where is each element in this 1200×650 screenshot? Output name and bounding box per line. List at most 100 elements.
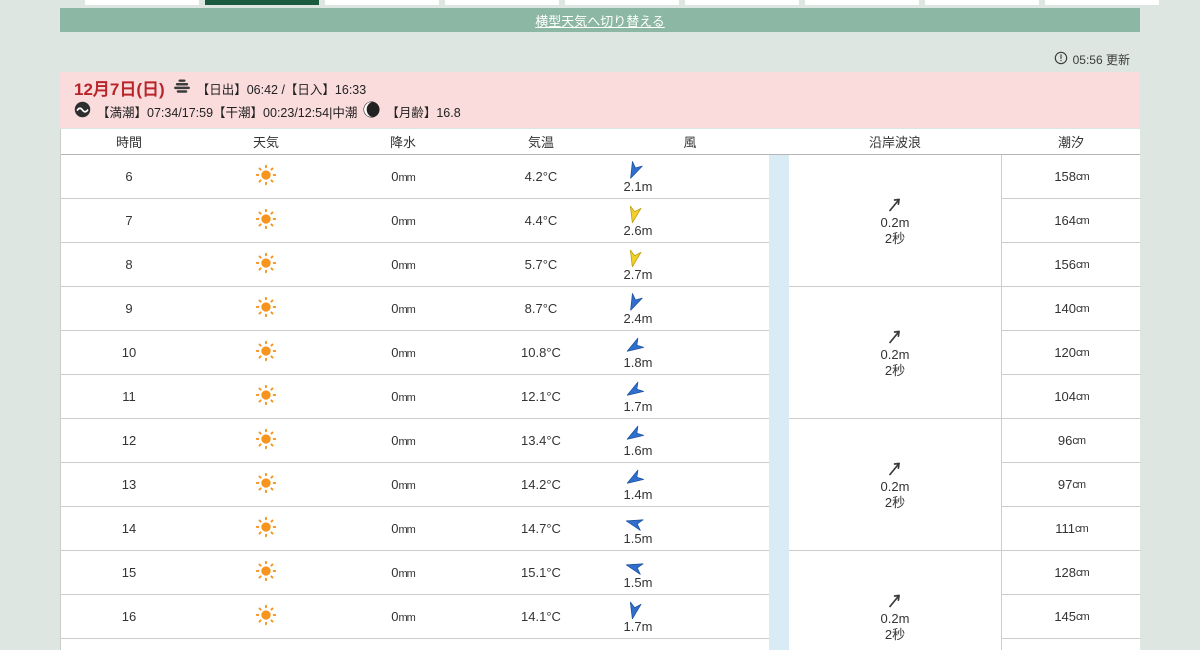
precip-value: 0mm <box>391 169 416 184</box>
sunny-icon <box>255 208 277 230</box>
sunrise-icon <box>173 79 191 100</box>
temp-value: 14.2°C <box>521 477 561 492</box>
wave-direction-arrow-icon <box>889 462 900 475</box>
tab[interactable] <box>85 0 199 5</box>
date-label: 12月7日(日) <box>74 79 165 99</box>
hourly-weather-table: 時間 天気 降水 気温 風 沿岸波浪 潮汐 6 0mm 4.2°C 2.1m 7 <box>60 129 1140 650</box>
updated-time-label: 05:56 更新 <box>1072 52 1130 67</box>
table-row: 12 0mm 13.4°C 1.6m <box>61 419 769 463</box>
wave-height-value: 0.2m <box>880 346 910 362</box>
wind-cell-content: 2.1m <box>611 161 657 194</box>
sunny-icon <box>255 164 277 186</box>
wave-period-value: 2秒 <box>884 362 906 378</box>
sun-times-label: 【日出】06:42 /【日入】16:33 <box>196 82 367 97</box>
precip-value: 0mm <box>391 389 416 404</box>
time-value: 9 <box>125 301 133 316</box>
temp-value: 4.4°C <box>524 213 558 228</box>
precip-value: 0mm <box>391 609 416 624</box>
switch-to-horizontal-link[interactable]: 横型天気へ切り替える <box>535 11 665 30</box>
weather-cell <box>197 252 335 277</box>
wave-height-value: 0.2m <box>880 478 910 494</box>
alert-circle-icon <box>1054 51 1068 68</box>
precip-value: 0mm <box>391 565 416 580</box>
temp-value: 5.7°C <box>524 257 558 272</box>
weather-cell <box>197 604 335 629</box>
precip-value: 0mm <box>391 257 416 272</box>
wave-group-cell: 0.2m 2秒 <box>789 419 1001 551</box>
tab[interactable] <box>565 0 679 5</box>
date-header: 12月7日(日) 【日出】06:42 /【日入】16:33 【満潮】07:34/… <box>60 72 1140 128</box>
tab[interactable] <box>325 0 439 5</box>
tide-value <box>1002 639 1140 650</box>
tab[interactable] <box>1045 0 1159 5</box>
table-row: 16 0mm 14.1°C 1.7m <box>61 595 769 639</box>
coastal-wave-column: 0.2m 2秒 0.2m 2秒 0.2m 2秒 0.2m 2秒 <box>789 155 1001 650</box>
weather-cell <box>197 208 335 233</box>
tab-active[interactable] <box>205 0 319 5</box>
time-value: 12 <box>121 433 137 448</box>
wave-period-value: 2秒 <box>884 494 906 510</box>
tab[interactable] <box>445 0 559 5</box>
precip-value: 0mm <box>391 477 416 492</box>
wind-cell: 1.5m <box>611 511 769 546</box>
temp-value: 8.7°C <box>524 301 558 316</box>
col-header-weather: 天気 <box>252 135 279 150</box>
wind-cell: 1.8m <box>611 335 769 370</box>
weather-cell <box>197 472 335 497</box>
table-row <box>61 639 769 650</box>
tab[interactable] <box>805 0 919 5</box>
sunny-icon <box>255 428 277 450</box>
tab[interactable] <box>925 0 1039 5</box>
wind-direction-arrow-icon <box>629 249 642 268</box>
sunny-icon <box>255 252 277 274</box>
precip-value: 0mm <box>391 345 416 360</box>
table-row: 13 0mm 14.2°C 1.4m <box>61 463 769 507</box>
table-row: 14 0mm 14.7°C 1.5m <box>61 507 769 551</box>
tide-value: 96 cm <box>1002 419 1140 463</box>
time-value: 8 <box>125 257 133 272</box>
wind-cell-content: 1.4m <box>611 469 657 502</box>
precip-value: 0mm <box>391 433 416 448</box>
col-header-temp: 気温 <box>527 135 554 150</box>
view-switch-bar: 横型天気へ切り替える <box>60 8 1140 32</box>
weather-cell <box>197 340 335 365</box>
wind-cell-content: 2.6m <box>611 205 657 238</box>
sunny-icon <box>255 516 277 538</box>
main-rows: 6 0mm 4.2°C 2.1m 7 0mm 4.4°C 2.6m 8 0mm … <box>61 155 769 650</box>
wind-cell-content: 1.6m <box>611 425 657 458</box>
weather-cell <box>197 516 335 541</box>
tide-value: 97 cm <box>1002 463 1140 507</box>
weather-cell <box>197 296 335 321</box>
wind-cell-content: 2.7m <box>611 249 657 282</box>
time-value: 6 <box>125 169 133 184</box>
tide-value: 104 cm <box>1002 375 1140 419</box>
wind-cell: 2.4m <box>611 291 769 326</box>
tide-value: 158 cm <box>1002 155 1140 199</box>
wind-cell: 1.6m <box>611 423 769 458</box>
wind-cell-content: 1.8m <box>611 337 657 370</box>
sunny-icon <box>255 604 277 626</box>
time-value: 10 <box>121 345 137 360</box>
moon-icon <box>363 101 380 124</box>
wind-cell-content: 2.4m <box>611 293 657 326</box>
wave-group-cell: 0.2m 2秒 <box>789 155 1001 287</box>
wave-height-value: 0.2m <box>880 214 910 230</box>
wind-cell: 1.4m <box>611 467 769 502</box>
precip-value: 0mm <box>391 521 416 536</box>
tab[interactable] <box>685 0 799 5</box>
temp-value: 4.2°C <box>524 169 558 184</box>
tide-times-label: 【満潮】07:34/17:59【干潮】00:23/12:54|中潮 <box>97 105 358 120</box>
tide-value: 145 cm <box>1002 595 1140 639</box>
wind-cell: 2.7m <box>611 247 769 282</box>
table-body: 6 0mm 4.2°C 2.1m 7 0mm 4.4°C 2.6m 8 0mm … <box>61 155 1140 650</box>
wave-period-value: 2秒 <box>884 230 906 246</box>
weather-cell <box>197 428 335 453</box>
col-header-precip: 降水 <box>389 135 416 150</box>
table-row: 10 0mm 10.8°C 1.8m <box>61 331 769 375</box>
wave-direction-arrow-icon <box>889 594 900 607</box>
table-row: 15 0mm 15.1°C 1.5m <box>61 551 769 595</box>
time-value: 16 <box>121 609 137 624</box>
wave-period-value: 2秒 <box>884 626 906 642</box>
temp-value: 10.8°C <box>521 345 561 360</box>
temp-value: 14.7°C <box>521 521 561 536</box>
